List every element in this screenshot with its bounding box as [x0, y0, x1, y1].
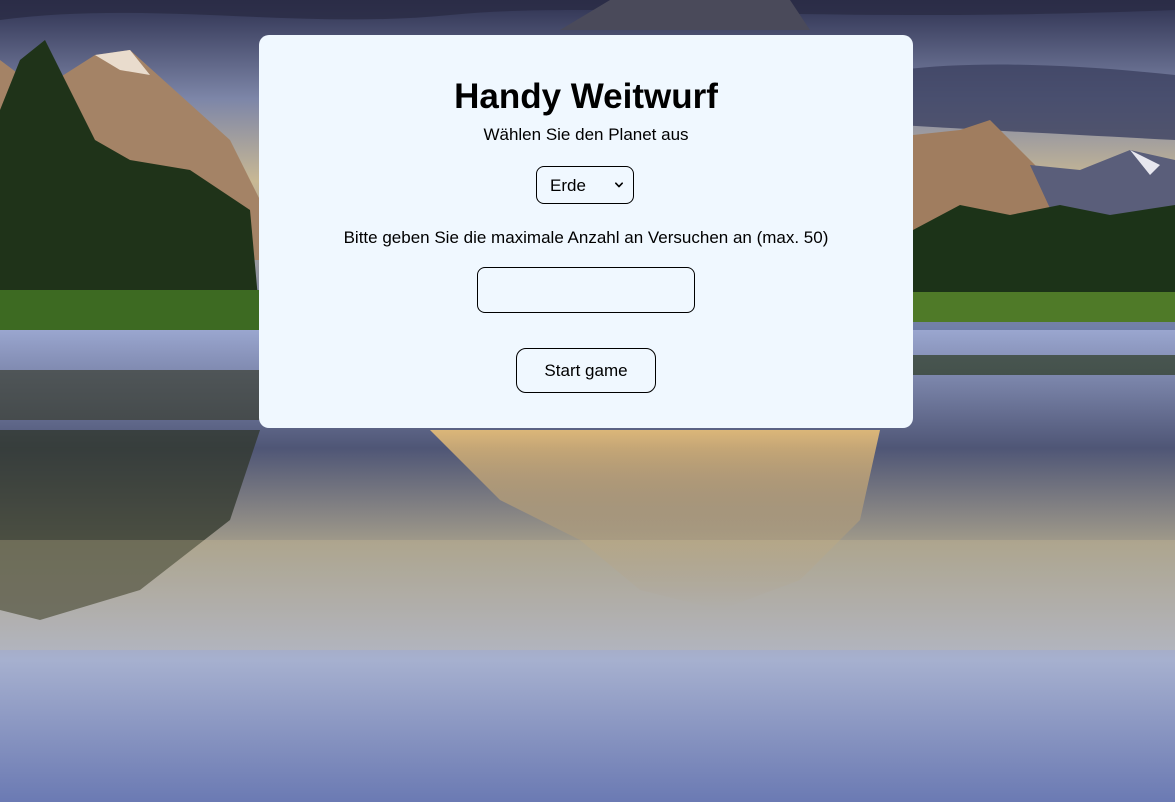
chevron-down-icon [615, 182, 623, 188]
max-attempts-input[interactable] [477, 267, 695, 313]
setup-card: Handy Weitwurf Wählen Sie den Planet aus… [259, 35, 913, 428]
page-title: Handy Weitwurf [454, 77, 718, 116]
planet-select[interactable]: Erde [536, 166, 634, 204]
start-game-button[interactable]: Start game [516, 348, 656, 393]
planet-prompt-label: Wählen Sie den Planet aus [483, 125, 689, 144]
attempts-prompt-label: Bitte geben Sie die maximale Anzahl an V… [343, 228, 829, 247]
planet-select-value: Erde [550, 176, 586, 195]
